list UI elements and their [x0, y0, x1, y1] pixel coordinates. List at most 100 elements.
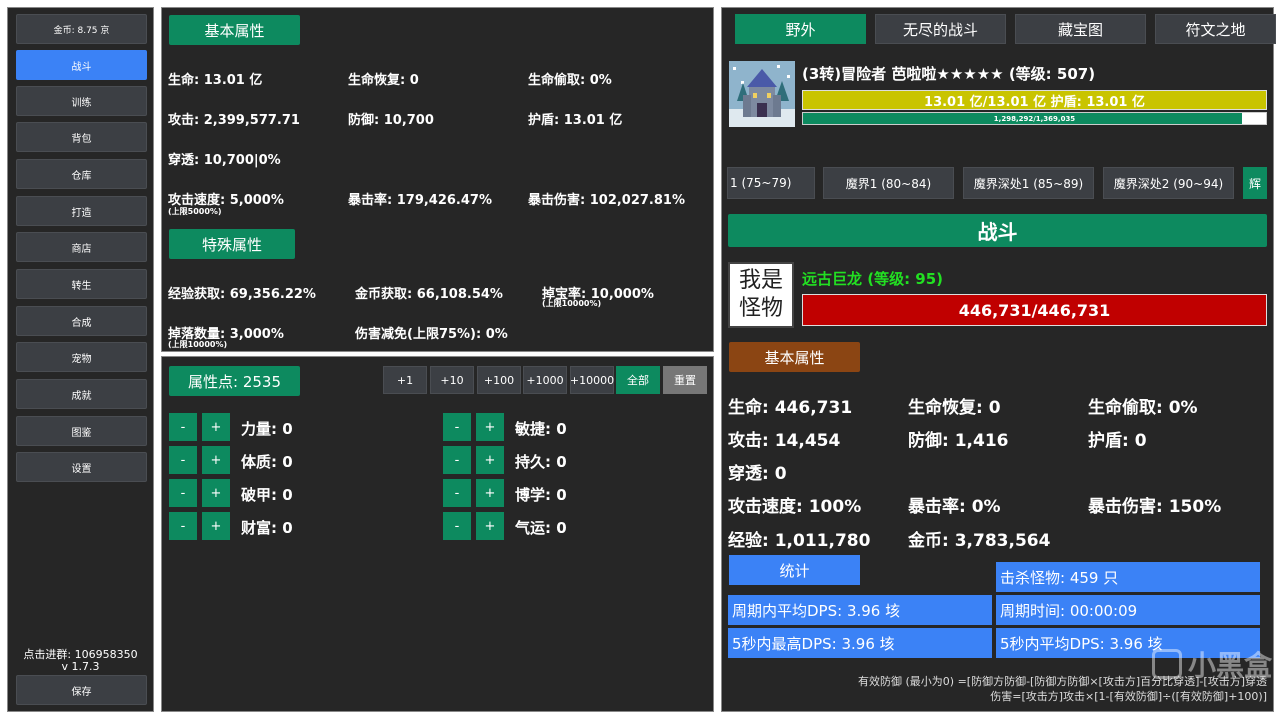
- nav-codex[interactable]: 图鉴: [16, 416, 147, 446]
- monster-shield: 护盾: 0: [1088, 431, 1147, 451]
- monster-crit-damage: 暴击伤害: 150%: [1088, 497, 1222, 517]
- monster-hp: 生命: 446,731: [728, 398, 853, 418]
- stat-drop-rate-cap: (上限10000%): [542, 299, 602, 308]
- nav-training[interactable]: 训练: [16, 86, 147, 116]
- kills-count: 击杀怪物: 459 只: [996, 562, 1260, 592]
- gold-display: 金币: 8.75 京: [16, 14, 147, 44]
- version-text: v 1.7.3: [61, 660, 100, 673]
- stat-drop-count-cap: (上限10000%): [168, 340, 228, 349]
- armor-break-plus-button[interactable]: +: [202, 479, 230, 507]
- increment-1000-button[interactable]: +1000: [523, 366, 567, 394]
- stat-crit-damage: 暴击伤害: 102,027.81%: [528, 193, 685, 208]
- special-attr-label: 特殊属性: [202, 235, 263, 254]
- nav-backpack[interactable]: 背包: [16, 122, 147, 152]
- monster-avatar: 我是怪物: [728, 262, 794, 328]
- endurance-minus-button[interactable]: -: [443, 446, 471, 474]
- stat-leech: 生命偷取: 0%: [528, 73, 612, 88]
- stat-attack-speed-cap: (上限5000%): [168, 207, 222, 216]
- luck-plus-button[interactable]: +: [476, 512, 504, 540]
- monster-title: 远古巨龙 (等级: 95): [802, 270, 944, 288]
- strength-minus-button[interactable]: -: [169, 413, 197, 441]
- nav-battle[interactable]: 战斗: [16, 50, 147, 80]
- monster-hp-text: 446,731/446,731: [958, 300, 1111, 320]
- attr-agility: 敏捷: 0: [515, 420, 567, 438]
- zone-button-2[interactable]: 魔界1 (80~84): [823, 167, 954, 199]
- monster-leech: 生命偷取: 0%: [1088, 398, 1198, 418]
- stat-defense: 防御: 10,700: [348, 113, 434, 128]
- save-button[interactable]: 保存: [16, 675, 147, 705]
- zone-button-3[interactable]: 魔界深处1 (85~89): [963, 167, 1094, 199]
- wealth-minus-button[interactable]: -: [169, 512, 197, 540]
- stat-attack: 攻击: 2,399,577.71: [168, 113, 300, 128]
- constitution-minus-button[interactable]: -: [169, 446, 197, 474]
- zone-button-1[interactable]: 1 (75~79): [727, 167, 815, 199]
- luck-minus-button[interactable]: -: [443, 512, 471, 540]
- monster-crit-rate: 暴击率: 0%: [908, 497, 1001, 517]
- attr-armor-break: 破甲: 0: [241, 486, 293, 504]
- monster-penetration: 穿透: 0: [728, 464, 787, 484]
- nav-synthesis[interactable]: 合成: [16, 306, 147, 336]
- fight-button[interactable]: 战斗: [728, 214, 1267, 247]
- constitution-plus-button[interactable]: +: [202, 446, 230, 474]
- monster-gold: 金币: 3,783,564: [908, 531, 1051, 551]
- statistics-button[interactable]: 统计: [729, 555, 860, 585]
- attr-endurance: 持久: 0: [515, 453, 567, 471]
- knowledge-minus-button[interactable]: -: [443, 479, 471, 507]
- monster-exp: 经验: 1,011,780: [728, 531, 871, 551]
- player-title: (3转)冒险者 芭啦啦★★★★★ (等级: 507): [802, 65, 1096, 83]
- monster-hp-bar: 446,731/446,731: [802, 294, 1267, 326]
- nav-warehouse[interactable]: 仓库: [16, 159, 147, 189]
- stat-exp-gain: 经验获取: 69,356.22%: [168, 287, 316, 302]
- formula-defense: 有效防御 (最小为0) =[防御方防御-[防御方防御×[攻击方]百分比穿透]-[…: [858, 675, 1267, 688]
- sidebar: 金币: 8.75 京 战斗 训练 背包 仓库 打造 商店 转生 合成 宠物 成就…: [7, 7, 154, 712]
- special-attr-header[interactable]: 特殊属性: [169, 229, 296, 259]
- period-time: 周期时间: 00:00:09: [996, 595, 1260, 625]
- attribute-points-panel: 属性点: 2535 +1 +10 +100 +1000 +10000 全部 重置…: [161, 356, 714, 712]
- period-avg-dps: 周期内平均DPS: 3.96 垓: [728, 595, 992, 625]
- zone-button-5[interactable]: 辉: [1243, 167, 1267, 199]
- increment-1-button[interactable]: +1: [383, 366, 427, 394]
- castle-icon: [729, 61, 795, 127]
- all-button[interactable]: 全部: [616, 366, 660, 394]
- increment-10-button[interactable]: +10: [430, 366, 474, 394]
- reset-button[interactable]: 重置: [663, 366, 707, 394]
- attr-knowledge: 博学: 0: [515, 486, 567, 504]
- basic-attr-header[interactable]: 基本属性: [169, 15, 300, 45]
- max-dps-5s: 5秒内最高DPS: 3.96 垓: [728, 628, 992, 658]
- tab-endless-battle[interactable]: 无尽的战斗: [875, 14, 1006, 44]
- increment-10000-button[interactable]: +10000: [570, 366, 614, 394]
- monster-regen: 生命恢复: 0: [908, 398, 1001, 418]
- stat-regen: 生命恢复: 0: [348, 73, 419, 88]
- endurance-plus-button[interactable]: +: [476, 446, 504, 474]
- nav-settings[interactable]: 设置: [16, 452, 147, 482]
- agility-plus-button[interactable]: +: [476, 413, 504, 441]
- player-stats-panel: 基本属性 生命: 13.01 亿 生命恢复: 0 生命偷取: 0% 攻击: 2,…: [161, 7, 714, 352]
- attr-luck: 气运: 0: [515, 519, 567, 537]
- nav-shop[interactable]: 商店: [16, 232, 147, 262]
- monster-defense: 防御: 1,416: [908, 431, 1009, 451]
- attr-wealth: 财富: 0: [241, 519, 293, 537]
- knowledge-plus-button[interactable]: +: [476, 479, 504, 507]
- agility-minus-button[interactable]: -: [443, 413, 471, 441]
- nav-achievement[interactable]: 成就: [16, 379, 147, 409]
- armor-break-minus-button[interactable]: -: [169, 479, 197, 507]
- wealth-plus-button[interactable]: +: [202, 512, 230, 540]
- monster-attack-speed: 攻击速度: 100%: [728, 497, 862, 517]
- tab-wild[interactable]: 野外: [735, 14, 866, 44]
- stat-shield: 护盾: 13.01 亿: [528, 113, 623, 128]
- attr-constitution: 体质: 0: [241, 453, 293, 471]
- tab-treasure-map[interactable]: 藏宝图: [1015, 14, 1146, 44]
- strength-plus-button[interactable]: +: [202, 413, 230, 441]
- tab-rune-land[interactable]: 符文之地: [1155, 14, 1276, 44]
- attribute-points-label: 属性点: 2535: [169, 366, 300, 396]
- nav-pet[interactable]: 宠物: [16, 342, 147, 372]
- increment-100-button[interactable]: +100: [477, 366, 521, 394]
- player-exp-bar: 1,298,292/1,369,035: [802, 112, 1267, 125]
- monster-attr-header[interactable]: 基本属性: [729, 342, 860, 372]
- monster-attack: 攻击: 14,454: [728, 431, 841, 451]
- nav-rebirth[interactable]: 转生: [16, 269, 147, 299]
- battle-panel: 野外 无尽的战斗 藏宝图 符文之地 (3转)冒险者 芭啦啦★★★★★ (等级: …: [721, 7, 1276, 712]
- zone-button-4[interactable]: 魔界深处2 (90~94): [1103, 167, 1234, 199]
- player-hp-text: 13.01 亿/13.01 亿 护盾: 13.01 亿: [924, 94, 1145, 110]
- nav-forge[interactable]: 打造: [16, 196, 147, 226]
